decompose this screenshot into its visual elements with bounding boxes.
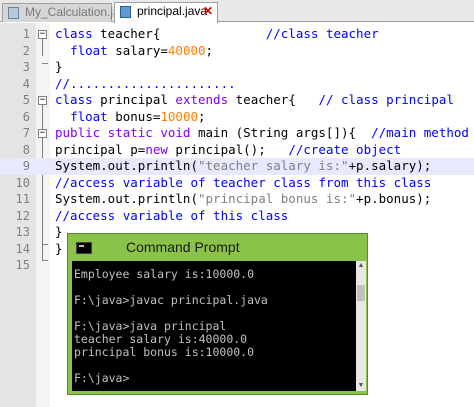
- code-token: 40000: [167, 42, 206, 58]
- code-token: System.out.println(: [55, 158, 198, 173]
- line-number: 13: [15, 225, 30, 239]
- code-line[interactable]: 2 float salary=40000;: [0, 43, 474, 60]
- scroll-down-icon[interactable]: ▼: [357, 382, 365, 390]
- code-line[interactable]: 11 System.out.println("principal bonus is…: [0, 191, 474, 208]
- code-token: "teacher salary is:": [198, 158, 349, 173]
- code-line[interactable]: 4 //......................: [0, 76, 474, 93]
- code-text: }: [55, 59, 63, 76]
- code-token: principal: [100, 92, 176, 107]
- console-icon: [76, 242, 92, 254]
- code-token: 10000: [160, 108, 199, 124]
- tab-my-calculation[interactable]: My_Calculation.java: [2, 3, 132, 22]
- console-line: principal bonus is:10000.0: [74, 345, 255, 359]
- code-token: new: [145, 141, 176, 157]
- line-number: 2: [22, 43, 30, 58]
- line-number: 6: [22, 109, 30, 124]
- code-token: teacher{: [100, 26, 161, 41]
- line-number: 1: [22, 27, 30, 41]
- scroll-up-icon[interactable]: ▲: [357, 262, 365, 270]
- code-token: principal();: [175, 141, 289, 157]
- code-token: System.out.println(: [55, 191, 198, 206]
- code-token: float: [70, 108, 116, 124]
- tab-label: principal.java: [137, 4, 208, 18]
- code-token: "principal bonus is:": [198, 191, 357, 206]
- code-token: principal p=: [55, 141, 146, 157]
- command-prompt-window[interactable]: Command Prompt Employee salary is:10000.…: [67, 233, 368, 395]
- code-text: class principal extends teacher{ // clas…: [55, 92, 454, 109]
- console-output[interactable]: Employee salary is:10000.0 F:\java>javac …: [72, 261, 356, 391]
- line-number: 5: [22, 93, 30, 107]
- line-number: 14: [15, 241, 30, 256]
- code-token: }: [55, 59, 63, 74]
- java-file-icon: [8, 7, 19, 19]
- line-number: 15: [15, 258, 30, 272]
- java-file-icon: [120, 6, 131, 18]
- code-text: System.out.println("principal bonus is:"…: [55, 191, 431, 208]
- code-token: }: [55, 240, 63, 256]
- code-token: //create object: [288, 141, 402, 157]
- console-line: Employee salary is:10000.0: [74, 267, 255, 281]
- code-text: float bonus=10000;: [55, 108, 206, 126]
- line-number: 11: [15, 192, 30, 206]
- code-token: //access variable of teacher class from …: [55, 174, 432, 190]
- code-line[interactable]: 10 //access variable of teacher class fro…: [0, 175, 474, 192]
- code-line[interactable]: 12 //access variable of this class: [0, 208, 474, 225]
- tab-principal[interactable]: principal.java ✕: [114, 2, 218, 23]
- code-text: System.out.println("teacher salary is:"+…: [55, 158, 431, 175]
- code-token: bonus=: [115, 108, 161, 124]
- code-text: class teacher{ //class teacher: [55, 26, 379, 43]
- code-token: //class teacher: [265, 26, 379, 41]
- code-token: +p.salary);: [348, 158, 432, 173]
- code-token: }: [55, 224, 63, 239]
- code-line[interactable]: 7 public static void main (String args[])…: [0, 125, 474, 142]
- close-tab-icon[interactable]: ✕: [203, 3, 213, 20]
- code-text: float salary=40000;: [55, 43, 213, 60]
- code-text: }: [55, 224, 63, 241]
- code-token: salary=: [115, 42, 168, 58]
- code-token: class: [55, 92, 101, 107]
- code-token: //......................: [55, 75, 236, 91]
- code-token: // class principal: [318, 92, 454, 107]
- code-text: //access variable of this class: [55, 208, 288, 225]
- code-token: main (String args[]){: [198, 125, 372, 140]
- vertical-scrollbar[interactable]: ▲ ▼: [356, 261, 366, 391]
- code-token: extends: [175, 92, 236, 107]
- line-number: 8: [22, 142, 30, 157]
- code-line[interactable]: 3}: [0, 59, 474, 76]
- line-number: 3: [22, 60, 30, 74]
- line-number: 4: [22, 76, 30, 91]
- line-number: 10: [15, 175, 30, 190]
- code-token: class: [55, 26, 101, 41]
- code-token: teacher{: [235, 92, 319, 107]
- code-line[interactable]: 1 class teacher{ //class teacher: [0, 26, 474, 43]
- code-token: public static void: [55, 125, 198, 140]
- code-text: public static void main (String args[]){…: [55, 125, 469, 142]
- code-token: ;: [198, 108, 206, 124]
- code-text: //access variable of teacher class from …: [55, 175, 431, 192]
- line-number: 9: [22, 159, 30, 173]
- code-token: +p.bonus);: [356, 191, 432, 206]
- line-number: 7: [22, 126, 30, 140]
- window-title-bar[interactable]: Command Prompt: [68, 234, 367, 261]
- code-line[interactable]: 9 System.out.println("teacher salary is:"…: [0, 158, 474, 175]
- code-token: float: [70, 42, 116, 58]
- code-text: principal p=new principal(); //create ob…: [55, 142, 401, 159]
- code-token: //access variable of this class: [55, 207, 289, 223]
- code-line[interactable]: 8 principal p=new principal(); //create o…: [0, 142, 474, 159]
- code-line[interactable]: 6 float bonus=10000;: [0, 109, 474, 126]
- code-text: }: [55, 241, 63, 258]
- window-title: Command Prompt: [126, 239, 240, 255]
- editor-tab-bar: My_Calculation.java principal.java ✕: [0, 0, 474, 23]
- console-line: F:\java>javac principal.java: [74, 293, 268, 307]
- code-token: //main method: [371, 125, 469, 140]
- line-number: 12: [15, 208, 30, 223]
- code-line[interactable]: 5 class principal extends teacher{ // cla…: [0, 92, 474, 109]
- code-token: ;: [205, 42, 214, 58]
- code-text: //......................: [55, 76, 236, 93]
- console-line: F:\java>: [74, 371, 130, 385]
- scrollbar-thumb[interactable]: [357, 285, 365, 301]
